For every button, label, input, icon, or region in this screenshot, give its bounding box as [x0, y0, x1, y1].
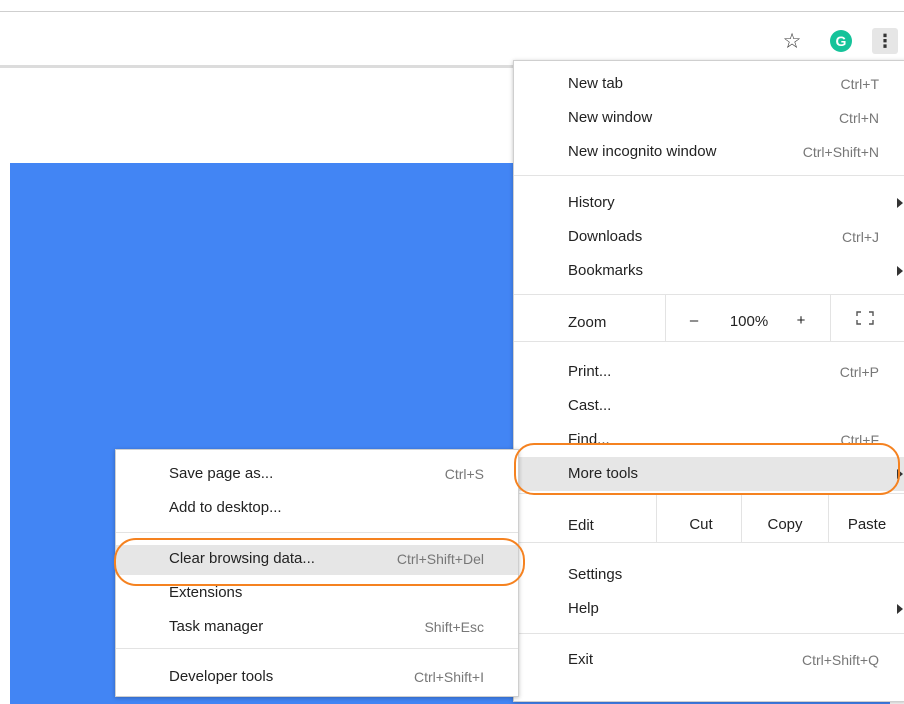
menu-item-history[interactable]: History	[568, 194, 615, 211]
shortcut-print: Ctrl+P	[839, 364, 879, 380]
submenu-item-save-page-as[interactable]: Save page as...	[169, 465, 273, 482]
submenu-item-developer-tools[interactable]: Developer tools	[169, 668, 273, 685]
submenu-arrow-icon	[897, 604, 903, 614]
zoom-divider	[830, 295, 831, 341]
menu-item-bookmarks[interactable]: Bookmarks	[568, 262, 643, 279]
menu-item-print[interactable]: Print...	[568, 363, 611, 380]
zoom-divider	[665, 295, 666, 341]
menu-divider	[514, 341, 904, 342]
menu-item-downloads[interactable]: Downloads	[568, 228, 642, 245]
menu-item-exit[interactable]: Exit	[568, 651, 593, 668]
shortcut-save-page: Ctrl+S	[444, 466, 484, 482]
menu-item-edit-label: Edit	[568, 517, 594, 534]
menu-divider	[514, 175, 904, 176]
fullscreen-icon[interactable]	[856, 311, 874, 325]
submenu-item-task-manager[interactable]: Task manager	[169, 618, 263, 635]
menu-item-cast[interactable]: Cast...	[568, 397, 611, 414]
menu-divider	[514, 294, 904, 295]
submenu-item-extensions[interactable]: Extensions	[169, 584, 242, 601]
zoom-in-button[interactable]: +	[791, 312, 811, 329]
menu-item-new-window[interactable]: New window	[568, 109, 652, 126]
chrome-menu-button[interactable]: ⋮	[872, 28, 898, 54]
menu-divider	[514, 542, 904, 543]
menu-item-help[interactable]: Help	[568, 600, 599, 617]
menu-divider	[514, 633, 904, 634]
shortcut-task-manager: Shift+Esc	[424, 619, 484, 635]
clear-browsing-data-annotation-ring	[114, 538, 525, 586]
chrome-main-menu: New tab Ctrl+T New window Ctrl+N New inc…	[513, 60, 904, 702]
submenu-item-add-to-desktop[interactable]: Add to desktop...	[169, 499, 282, 516]
shortcut-new-incognito: Ctrl+Shift+N	[802, 144, 879, 160]
submenu-arrow-icon	[897, 266, 903, 276]
submenu-divider	[116, 532, 518, 533]
submenu-divider	[116, 648, 518, 649]
menu-item-new-incognito-window[interactable]: New incognito window	[568, 143, 716, 160]
edit-copy-button[interactable]: Copy	[747, 516, 823, 533]
submenu-arrow-icon	[897, 198, 903, 208]
toolbar-bottom-edge	[0, 65, 514, 68]
edit-divider	[656, 494, 657, 542]
shortcut-developer-tools: Ctrl+Shift+I	[413, 669, 484, 685]
shortcut-exit: Ctrl+Shift+Q	[801, 652, 879, 668]
zoom-out-button[interactable]: –	[684, 312, 704, 329]
menu-item-settings[interactable]: Settings	[568, 566, 622, 583]
more-tools-annotation-ring	[514, 443, 900, 495]
zoom-level-value: 100%	[729, 313, 769, 330]
menu-item-zoom-label: Zoom	[568, 314, 607, 331]
edit-paste-button[interactable]: Paste	[832, 516, 902, 533]
shortcut-new-window: Ctrl+N	[838, 110, 879, 126]
edit-divider	[741, 494, 742, 542]
shortcut-downloads: Ctrl+J	[842, 229, 879, 245]
grammarly-extension-icon[interactable]: G	[830, 30, 852, 52]
shortcut-new-tab: Ctrl+T	[840, 76, 880, 92]
edit-divider	[828, 494, 829, 542]
bookmark-star-icon[interactable]: ☆	[780, 29, 804, 53]
menu-item-new-tab[interactable]: New tab	[568, 75, 623, 92]
edit-cut-button[interactable]: Cut	[664, 516, 738, 533]
